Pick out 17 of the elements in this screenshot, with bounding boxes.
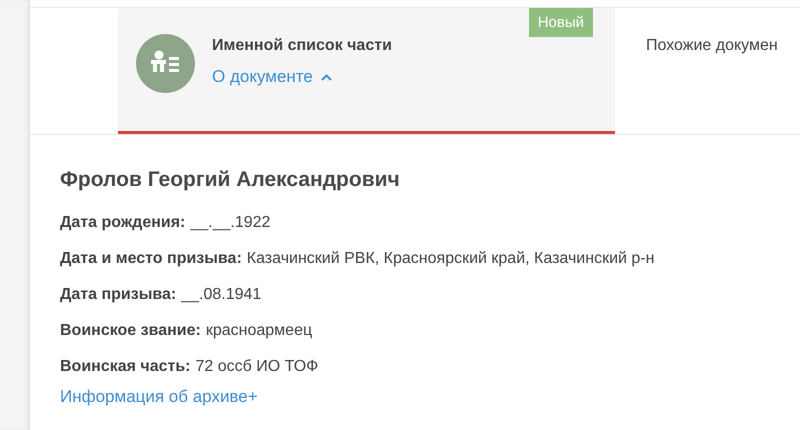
new-badge: Новый bbox=[528, 8, 593, 37]
field-value: __.08.1941 bbox=[181, 285, 262, 305]
field-label: Дата призыва: bbox=[60, 285, 176, 305]
tab[interactable]: Именной список части О документе Новый bbox=[118, 8, 615, 134]
field-value: __.__.1922 bbox=[190, 213, 270, 233]
field-label: Дата рождения: bbox=[60, 213, 186, 233]
field-value: 72 оссб ИО ТОФ bbox=[196, 357, 318, 377]
field-value: Казачинский РВК, Красноярский край, Казачинский р-н bbox=[246, 249, 654, 269]
person-name: Фролов Георгий Александрович bbox=[60, 167, 401, 193]
document-title: Именной список части bbox=[212, 36, 392, 56]
document-list-icon bbox=[136, 34, 195, 93]
field-label: Воинское звание: bbox=[60, 321, 201, 341]
field-label: Воинская часть: bbox=[60, 357, 190, 377]
field-label: Дата и место призыва: bbox=[60, 249, 242, 269]
field-value: красноармеец bbox=[206, 321, 312, 341]
archive-info-link[interactable]: Информация об архиве+ bbox=[60, 387, 258, 407]
caret-icon bbox=[320, 74, 332, 80]
